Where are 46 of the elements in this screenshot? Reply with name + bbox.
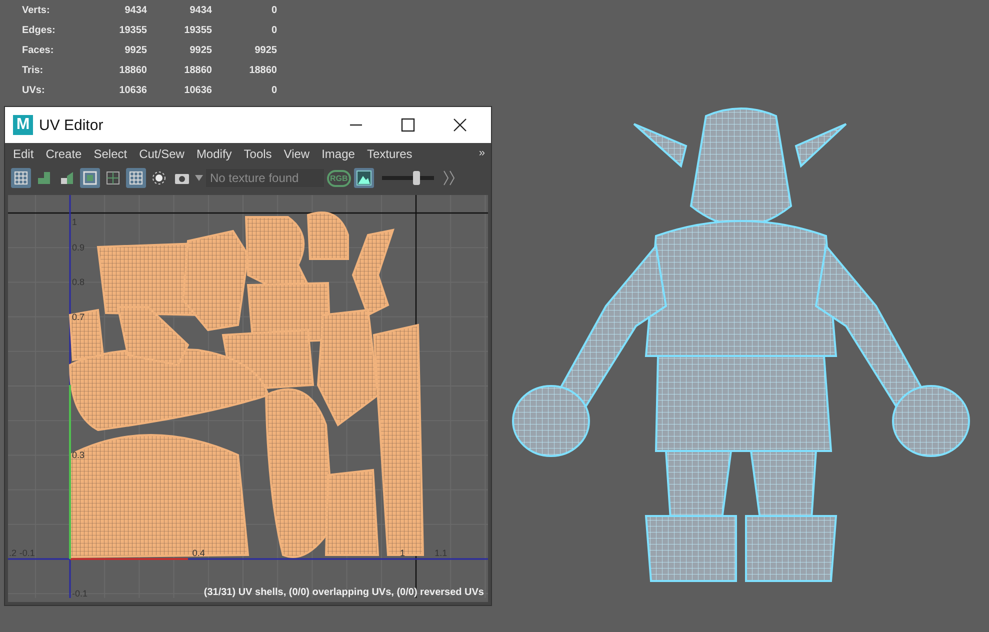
menu-item[interactable]: Create bbox=[46, 147, 82, 161]
app-logo-icon: M bbox=[13, 115, 33, 135]
slider-thumb[interactable] bbox=[412, 171, 420, 185]
menu-item[interactable]: Edit bbox=[13, 147, 34, 161]
stat-value: 0 bbox=[270, 84, 277, 96]
menu-item[interactable]: Textures bbox=[366, 147, 412, 161]
maximize-icon[interactable] bbox=[401, 118, 415, 132]
stat-label: Verts: bbox=[22, 4, 51, 16]
menu-item[interactable]: Modify bbox=[196, 147, 232, 161]
close-icon[interactable] bbox=[453, 118, 467, 132]
texture-field[interactable]: No texture found bbox=[206, 169, 324, 187]
axis-label: 0.4 bbox=[192, 548, 205, 558]
stat-value: 18860 bbox=[183, 64, 212, 76]
stat-value: 9925 bbox=[188, 44, 212, 56]
menu-overflow[interactable]: » bbox=[478, 147, 485, 161]
stat-label: Tris: bbox=[22, 64, 44, 76]
menu-item[interactable]: Cut/Sew bbox=[139, 147, 184, 161]
stat-value: 18860 bbox=[248, 64, 277, 76]
grid-icon[interactable] bbox=[11, 168, 31, 188]
stat-value: 9434 bbox=[124, 4, 147, 16]
stat-value: 9434 bbox=[188, 4, 212, 16]
stat-label: Faces: bbox=[22, 44, 55, 56]
stat-label: Edges: bbox=[22, 24, 56, 36]
frame-icon[interactable] bbox=[80, 168, 100, 188]
stat-value: 19355 bbox=[183, 24, 212, 36]
menu-item[interactable]: Select bbox=[94, 147, 128, 161]
axis-label: 1 bbox=[400, 548, 406, 558]
stat-value: 0 bbox=[270, 4, 277, 16]
menu-item[interactable]: View bbox=[284, 147, 310, 161]
stat-value: 18860 bbox=[118, 64, 147, 76]
stat-value: 19355 bbox=[118, 24, 147, 36]
dropdown-caret-icon[interactable] bbox=[195, 175, 203, 181]
menu-item[interactable]: Image bbox=[322, 147, 355, 161]
stat-value: 0 bbox=[270, 24, 277, 36]
stat-value: 10636 bbox=[118, 84, 147, 96]
axis-label: 0.7 bbox=[72, 312, 85, 322]
stat-label: UVs: bbox=[22, 84, 46, 96]
stat-value: 9925 bbox=[254, 44, 277, 56]
expand-icon[interactable] bbox=[442, 170, 456, 186]
menu-item[interactable]: Tools bbox=[244, 147, 272, 161]
image-icon[interactable] bbox=[354, 168, 374, 188]
stat-value: 9925 bbox=[124, 44, 147, 56]
window-title: UV Editor bbox=[39, 116, 104, 134]
status-message: (31/31) UV shells, (0/0) overlapping UVs, (0/0) reversed UVs bbox=[204, 587, 484, 598]
stat-value: 10636 bbox=[183, 84, 212, 96]
axis-label: 0.3 bbox=[72, 450, 85, 460]
